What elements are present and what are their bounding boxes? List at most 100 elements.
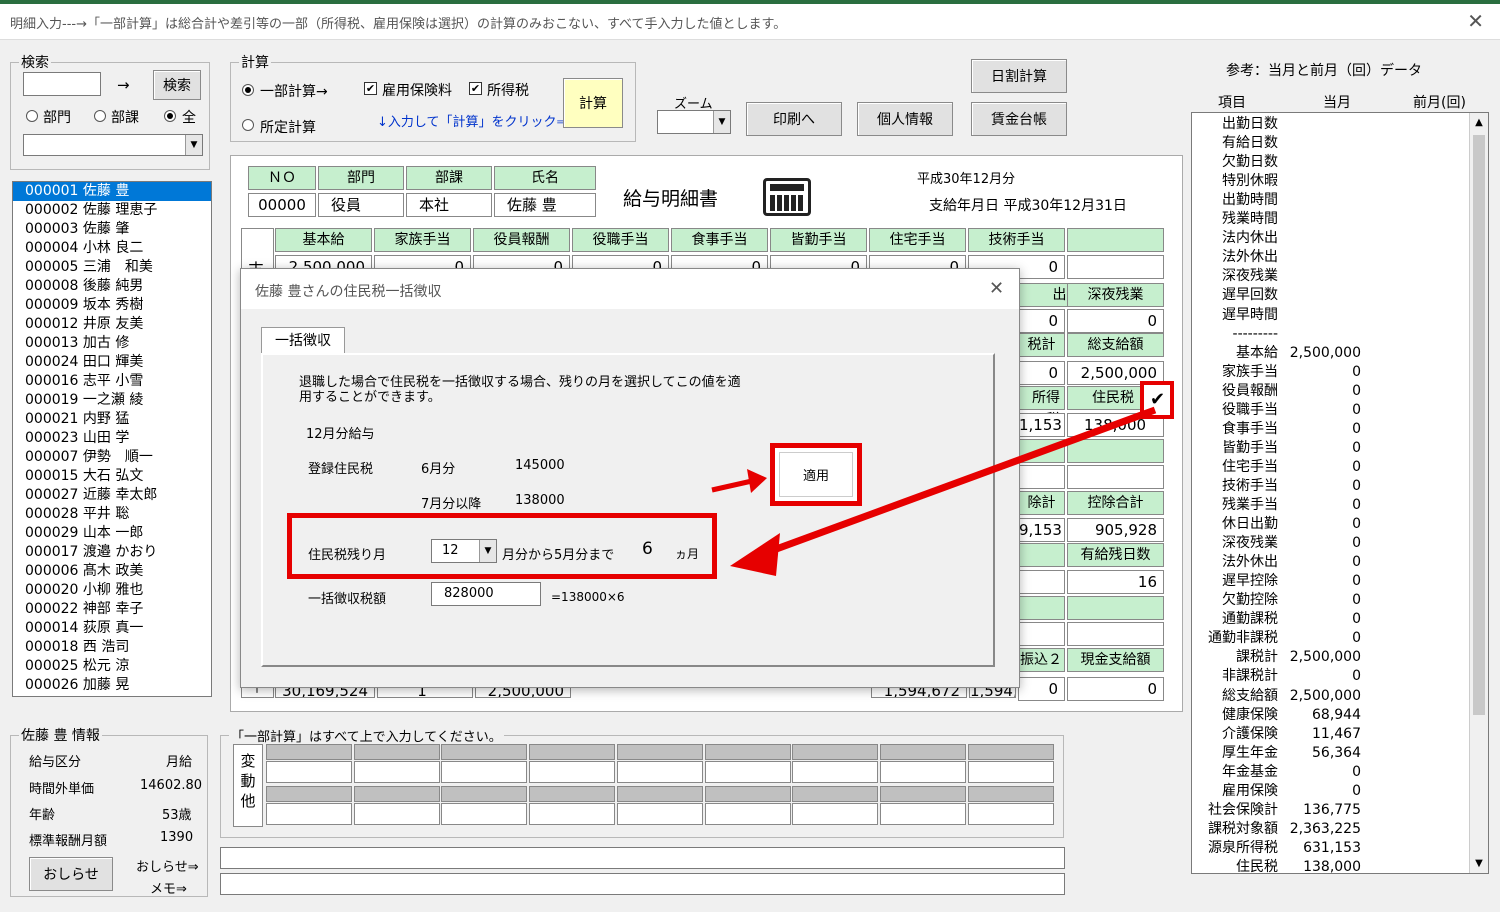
partial-side-1: 変	[240, 752, 256, 770]
partial-input-cell[interactable]	[616, 803, 703, 825]
reference-row-item: 基本給	[1236, 344, 1278, 361]
reference-row: 遅早控除 0	[1192, 572, 1467, 591]
reference-row-item: 非課税計	[1222, 668, 1278, 685]
reference-row-item: 通勤非課税	[1208, 630, 1278, 647]
partial-input-cell[interactable]	[441, 761, 528, 783]
partial-input-cell[interactable]	[616, 761, 703, 783]
reference-row: 住宅手当 0	[1192, 458, 1467, 477]
reference-row-item: 有給日数	[1222, 135, 1278, 152]
partial-input-cell[interactable]	[704, 761, 791, 783]
notice-button[interactable]: おしらせ	[29, 857, 113, 891]
scrollbar[interactable]: ▲ ▼	[1469, 113, 1488, 873]
partial-input-cell[interactable]	[967, 803, 1054, 825]
reference-row-item: 課税計	[1236, 649, 1278, 666]
reference-row-item: 通勤課税	[1222, 611, 1278, 628]
notice-link[interactable]: おしらせ⇒	[136, 856, 199, 875]
partial-header-cell	[529, 744, 616, 760]
partial-side: 変 動 他	[233, 744, 263, 827]
arrow-to-apply	[711, 478, 753, 493]
reference-row-item: 法外休出	[1222, 554, 1278, 571]
reference-row-current: 0	[1352, 439, 1361, 456]
reference-row-current: 136,775	[1303, 801, 1361, 818]
partial-input-cell[interactable]	[529, 761, 616, 783]
reference-row-item: 健康保険	[1222, 706, 1278, 723]
message-bar-2	[220, 873, 1065, 895]
reference-row: 課税計 2,500,000	[1192, 648, 1467, 667]
reference-row: 特別休暇	[1192, 172, 1467, 191]
reference-row: 介護保険 11,467	[1192, 725, 1467, 744]
reference-row: 役員報酬 0	[1192, 382, 1467, 401]
partial-header-cell	[353, 744, 440, 760]
reference-row: 出勤時間	[1192, 191, 1467, 210]
reference-row-item: 遅早控除	[1222, 573, 1278, 590]
reference-row-item: 遅早回数	[1222, 287, 1278, 304]
memo-link[interactable]: メモ⇒	[150, 878, 187, 897]
partial-header-cell	[792, 744, 879, 760]
reference-row-item: 住民税	[1236, 858, 1278, 874]
reference-row: 法外休出	[1192, 248, 1467, 267]
reference-row-item: 皆勤手当	[1222, 439, 1278, 456]
partial-input-cell[interactable]	[441, 803, 528, 825]
partial-input-cell[interactable]	[353, 761, 440, 783]
reference-row: ---------	[1192, 325, 1467, 344]
reference-row-current: 138,000	[1303, 858, 1361, 874]
reference-row-current: 0	[1352, 516, 1361, 533]
reference-row-current: 0	[1352, 420, 1361, 437]
info-k3: 年齢	[29, 808, 56, 823]
partial-header-cell	[266, 744, 352, 760]
reference-row-item: 欠勤控除	[1222, 592, 1278, 609]
reference-row-item: 住宅手当	[1222, 458, 1278, 475]
reference-row-current: 0	[1352, 382, 1361, 399]
scroll-up-icon[interactable]: ▲	[1470, 117, 1488, 128]
reference-row-item: 法外休出	[1222, 249, 1278, 266]
partial-header-cell	[792, 786, 879, 802]
scroll-thumb[interactable]	[1473, 135, 1485, 715]
reference-row: 役職手当 0	[1192, 401, 1467, 420]
reference-row-item: 法内休出	[1222, 230, 1278, 247]
reference-pane[interactable]: 出勤日数 有給日数 欠勤日数 特別休暇 出勤時間 残業時間 法内休出 法外休出 深夜残業 遅早回数…	[1191, 112, 1489, 874]
partial-input-cell[interactable]	[353, 803, 440, 825]
reference-row-item: 課税対象額	[1208, 820, 1278, 837]
reference-row-item: 年金基金	[1222, 763, 1278, 780]
reference-row-item: 特別休暇	[1222, 173, 1278, 190]
partial-input-cell[interactable]	[704, 803, 791, 825]
partial-header-cell	[266, 786, 352, 802]
reference-row: 総支給額 2,500,000	[1192, 687, 1467, 706]
partial-side-3: 他	[240, 792, 256, 810]
info-k4: 標準報酬月額	[29, 834, 108, 849]
info-v1: 月給	[166, 755, 193, 770]
reference-row: 遅早時間	[1192, 306, 1467, 325]
reference-row-current: 0	[1352, 782, 1361, 799]
partial-input-cell[interactable]	[967, 761, 1054, 783]
reference-row-current: 2,363,225	[1289, 820, 1361, 837]
reference-row-item: ---------	[1232, 325, 1278, 342]
reference-row-item: 源泉所得税	[1208, 839, 1278, 856]
reference-row-current: 631,153	[1303, 839, 1361, 856]
info-k2: 時間外単価	[29, 782, 95, 797]
partial-input-cell[interactable]	[792, 761, 879, 783]
reference-row-item: 残業手当	[1222, 497, 1278, 513]
partial-input-cell[interactable]	[879, 803, 966, 825]
reference-row: 欠勤日数	[1192, 153, 1467, 172]
partial-input-cell[interactable]	[879, 761, 966, 783]
reference-row-item: 役職手当	[1222, 401, 1278, 418]
partial-input-cell[interactable]	[529, 803, 616, 825]
partial-header-cell	[529, 786, 616, 802]
reference-row: 技術手当 0	[1192, 477, 1467, 496]
partial-input-cell[interactable]	[792, 803, 879, 825]
reference-row-item: 雇用保険	[1222, 782, 1278, 799]
reference-row-current: 2,500,000	[1289, 344, 1361, 361]
reference-row: 遅早回数	[1192, 286, 1467, 305]
reference-row-item: 遅早時間	[1222, 306, 1278, 323]
reference-row: 残業手当 0	[1192, 496, 1467, 515]
reference-row: 通勤非課税 0	[1192, 629, 1467, 648]
scroll-down-icon[interactable]: ▼	[1470, 858, 1488, 869]
reference-row: 源泉所得税 631,153	[1192, 839, 1467, 858]
reference-row: 法内休出	[1192, 229, 1467, 248]
reference-row-current: 68,944	[1312, 706, 1361, 723]
partial-header-cell	[441, 786, 528, 802]
reference-row-current: 0	[1352, 477, 1361, 494]
partial-input-cell[interactable]	[266, 803, 352, 825]
reference-row-current: 0	[1352, 611, 1361, 628]
partial-input-cell[interactable]	[266, 761, 352, 783]
